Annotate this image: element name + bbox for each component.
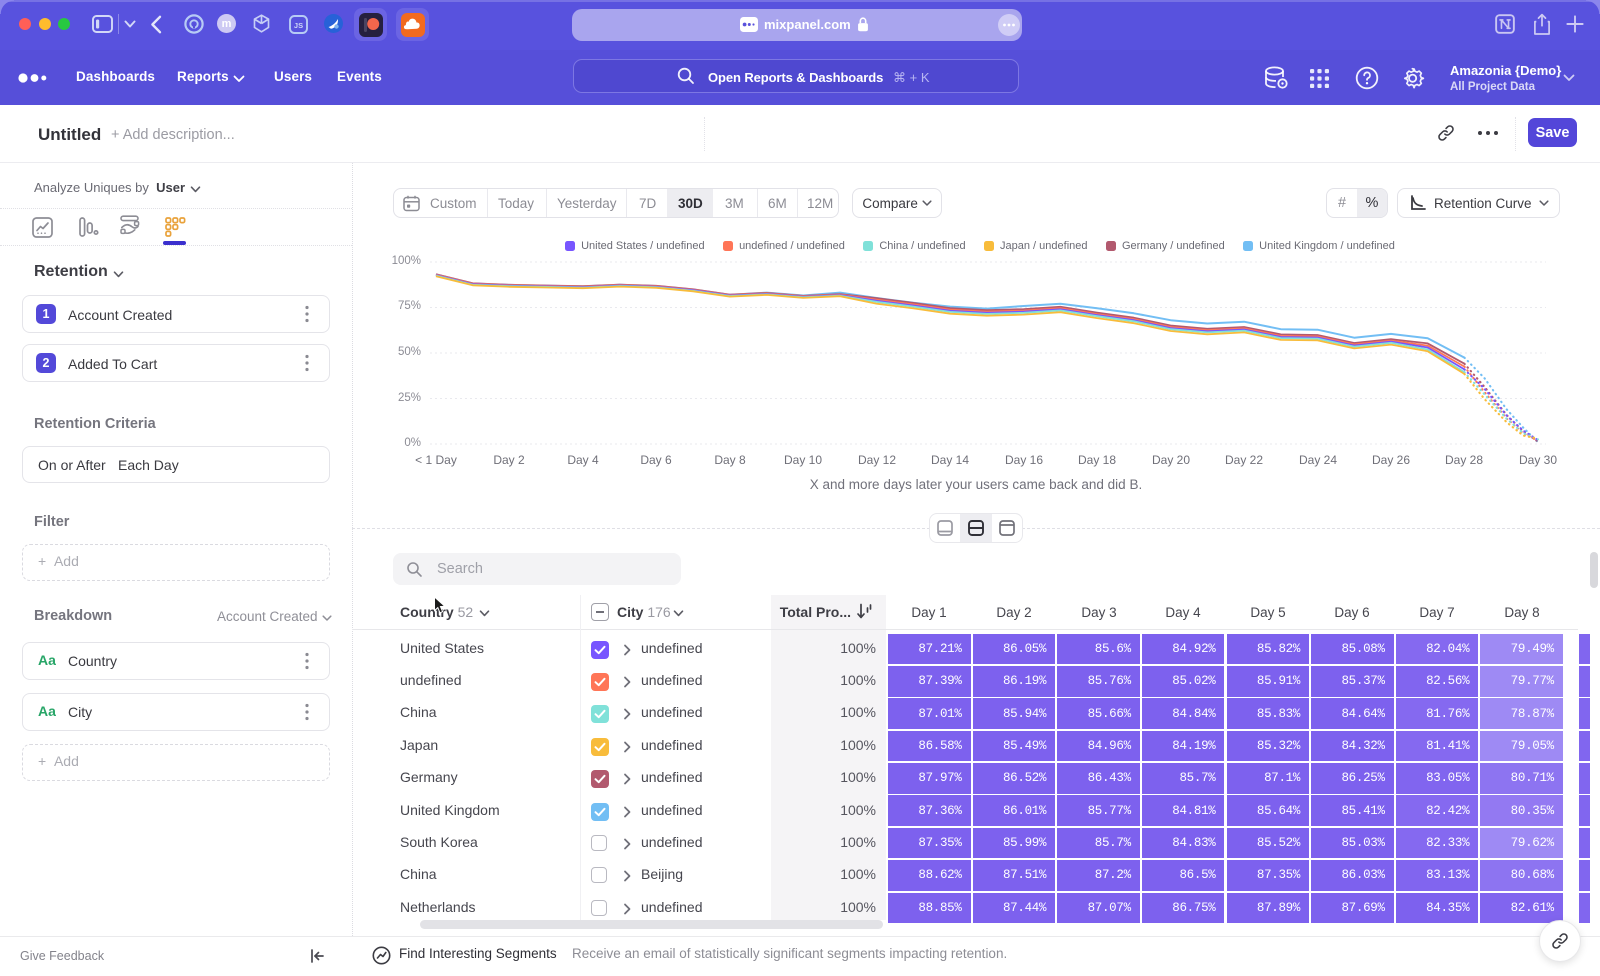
svg-text:JS: JS bbox=[294, 21, 303, 30]
